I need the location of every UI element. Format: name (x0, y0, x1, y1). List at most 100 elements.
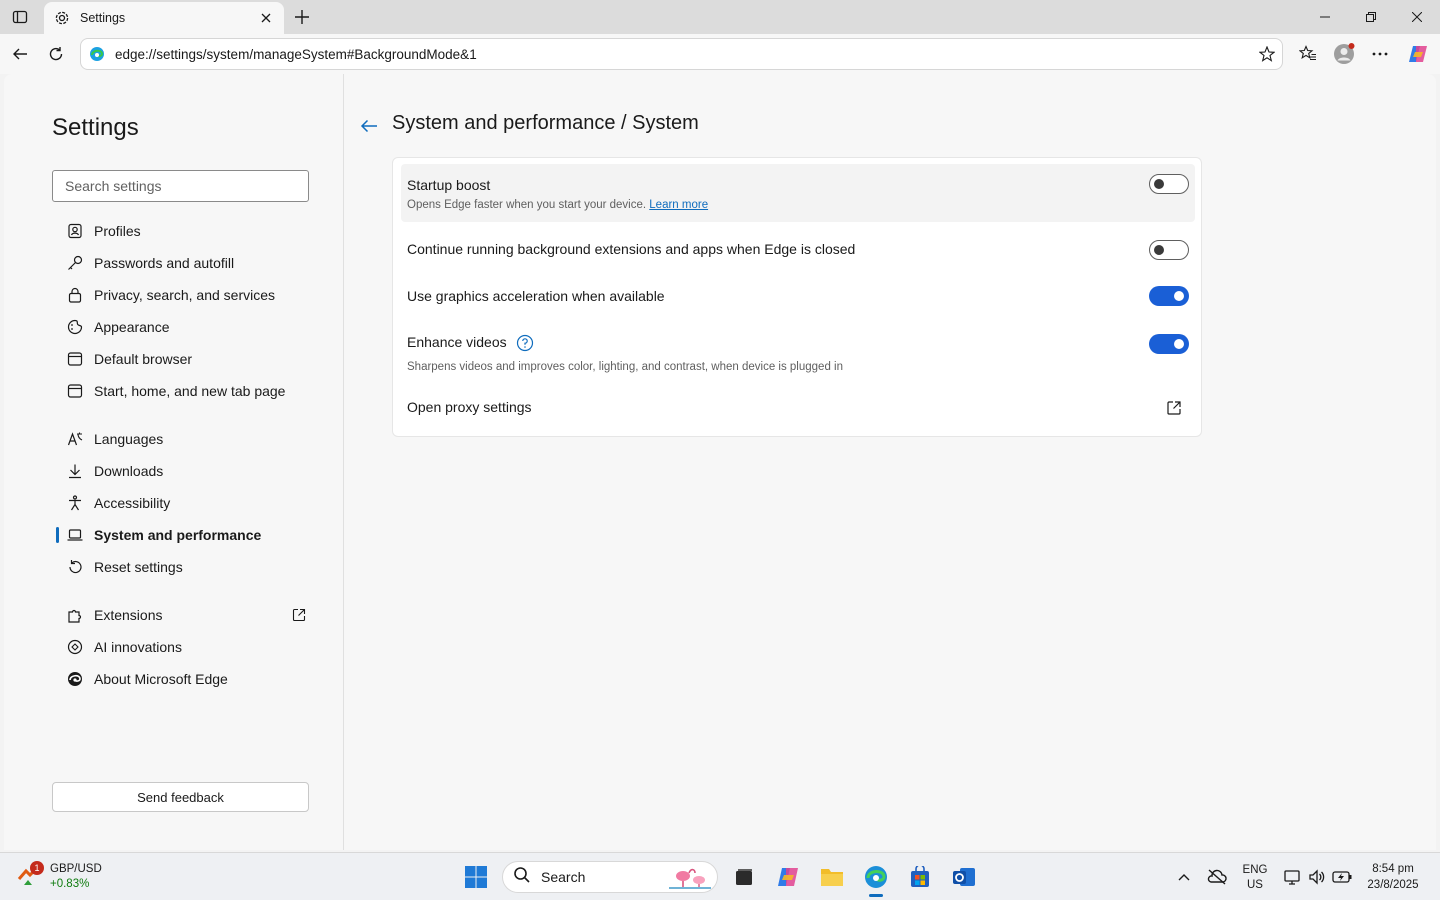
sidebar-item-label: Privacy, search, and services (94, 287, 276, 303)
key-icon (66, 254, 84, 272)
learn-more-link[interactable]: Learn more (649, 199, 708, 211)
tab-title: Settings (80, 11, 126, 25)
address-bar[interactable]: edge://settings/system/manageSystem#Back… (80, 38, 1283, 70)
close-icon[interactable] (258, 10, 274, 26)
back-arrow-icon[interactable] (358, 115, 380, 137)
enhance-videos-label: Enhance videos (407, 334, 507, 350)
store-icon[interactable] (902, 859, 938, 895)
copilot-icon[interactable] (770, 859, 806, 895)
favorites-icon[interactable] (1294, 40, 1322, 68)
sidebar-item-reset[interactable]: Reset settings (56, 552, 316, 582)
volume-icon[interactable] (1305, 859, 1329, 895)
sidebar-item-ai-innovations[interactable]: AI innovations (56, 632, 316, 662)
outlook-icon[interactable] (946, 859, 982, 895)
sidebar-item-extensions[interactable]: Extensions (56, 600, 316, 630)
graphics-acceleration-label: Use graphics acceleration when available (407, 288, 665, 304)
sidebar-item-label: Downloads (94, 463, 164, 479)
back-icon[interactable] (6, 40, 34, 68)
gear-icon (54, 10, 70, 26)
clock[interactable]: 8:54 pm 23/8/2025 (1360, 861, 1426, 893)
sidebar-item-profiles[interactable]: Profiles (56, 216, 316, 246)
graphics-acceleration-toggle[interactable] (1149, 286, 1189, 306)
clock-date: 23/8/2025 (1367, 879, 1419, 891)
startup-boost-toggle[interactable] (1149, 174, 1189, 194)
language-indicator[interactable]: ENG US (1238, 863, 1272, 893)
profile-icon[interactable] (1330, 40, 1358, 68)
settings-sidebar: Settings Profiles Passwords and autofill… (4, 74, 344, 850)
external-link-icon[interactable] (290, 606, 308, 624)
sidebar-item-privacy[interactable]: Privacy, search, and services (56, 280, 316, 310)
enhance-videos-row: Enhance videos Sharpens videos and impro… (401, 320, 1195, 382)
edge-taskbar-icon[interactable] (858, 859, 894, 897)
help-icon[interactable] (516, 334, 534, 352)
network-icon[interactable] (1280, 859, 1304, 895)
more-icon[interactable] (1366, 40, 1394, 68)
copilot-icon[interactable] (1404, 40, 1432, 68)
proxy-settings-row[interactable]: Open proxy settings (401, 384, 1195, 430)
refresh-icon[interactable] (42, 40, 70, 68)
external-link-icon[interactable] (1165, 399, 1183, 417)
ai-icon (66, 638, 84, 656)
search-label: Search (541, 869, 586, 885)
file-explorer-icon[interactable] (814, 859, 850, 895)
sidebar-item-downloads[interactable]: Downloads (56, 456, 316, 486)
proxy-settings-label: Open proxy settings (407, 399, 532, 415)
appearance-icon (66, 318, 84, 336)
tab-actions-icon[interactable] (8, 6, 32, 28)
keyboard-layout: US (1247, 879, 1263, 891)
edge-icon (89, 46, 105, 62)
enhance-videos-toggle[interactable] (1149, 334, 1189, 354)
title-bar: Settings (0, 0, 1440, 34)
sidebar-item-label: Appearance (94, 319, 170, 335)
sidebar-item-label: About Microsoft Edge (94, 671, 228, 687)
close-window-icon[interactable] (1394, 0, 1440, 34)
sidebar-item-passwords[interactable]: Passwords and autofill (56, 248, 316, 278)
search-input[interactable] (52, 170, 309, 202)
notification-badge: 1 (30, 861, 44, 875)
stocks-icon: 1 (16, 861, 44, 889)
star-icon[interactable] (1252, 39, 1282, 69)
sidebar-item-label: Extensions (94, 607, 163, 623)
sidebar-item-languages[interactable]: Languages (56, 424, 316, 454)
plus-icon[interactable] (290, 5, 314, 29)
sidebar-item-label: Profiles (94, 223, 141, 239)
sidebar-item-about[interactable]: About Microsoft Edge (56, 664, 316, 694)
battery-icon[interactable] (1330, 859, 1354, 895)
sidebar-item-label: Accessibility (94, 495, 171, 511)
browser-icon (66, 350, 84, 368)
tab-settings[interactable]: Settings (44, 2, 284, 34)
startup-boost-desc: Opens Edge faster when you start your de… (407, 199, 708, 211)
sidebar-item-label: Languages (94, 431, 164, 447)
profile-icon (66, 222, 84, 240)
send-feedback-button[interactable]: Send feedback (52, 782, 309, 812)
home-icon (66, 382, 84, 400)
graphics-acceleration-row: Use graphics acceleration when available (401, 274, 1195, 320)
sidebar-item-default-browser[interactable]: Default browser (56, 344, 316, 374)
windows-start-icon[interactable] (458, 859, 494, 895)
taskbar-search[interactable]: Search (502, 861, 718, 893)
lock-icon (66, 286, 84, 304)
sidebar-item-start-home[interactable]: Start, home, and new tab page (56, 376, 316, 406)
background-extensions-label: Continue running background extensions a… (407, 241, 856, 257)
chevron-up-icon[interactable] (1172, 859, 1196, 895)
extensions-icon (66, 606, 84, 624)
sidebar-item-label: Default browser (94, 351, 193, 367)
onedrive-offline-icon[interactable] (1204, 859, 1230, 895)
task-view-icon[interactable] (726, 859, 762, 895)
weather-widget[interactable]: 1 GBP/USD +0.83% (16, 859, 102, 895)
minimize-icon[interactable] (1302, 0, 1348, 34)
sidebar-item-accessibility[interactable]: Accessibility (56, 488, 316, 518)
restore-icon[interactable] (1348, 0, 1394, 34)
background-extensions-toggle[interactable] (1149, 240, 1189, 260)
sidebar-item-system-performance[interactable]: System and performance (56, 520, 316, 550)
startup-boost-desc-text: Opens Edge faster when you start your de… (407, 199, 647, 211)
laptop-icon (66, 526, 84, 544)
sidebar-item-label: System and performance (94, 527, 262, 543)
startup-boost-row: Startup boost Opens Edge faster when you… (401, 164, 1195, 222)
sidebar-item-appearance[interactable]: Appearance (56, 312, 316, 342)
accessibility-icon (66, 494, 84, 512)
reset-icon (66, 558, 84, 576)
taskbar: 1 GBP/USD +0.83% Search ENG US 8:54 pm 2… (0, 852, 1440, 900)
download-icon (66, 462, 84, 480)
sidebar-item-label: Start, home, and new tab page (94, 383, 286, 399)
